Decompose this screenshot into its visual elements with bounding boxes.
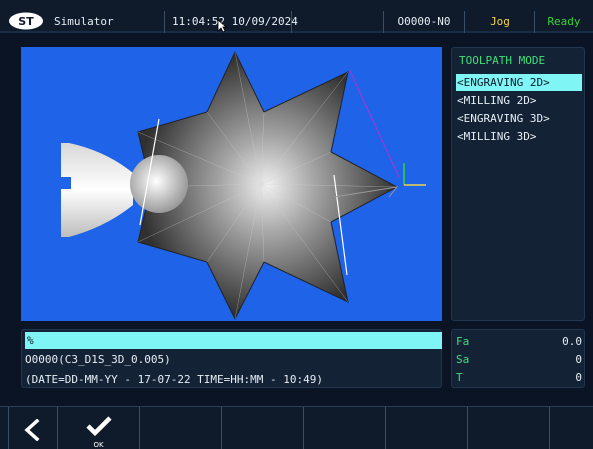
part-ball — [130, 155, 188, 213]
program-line[interactable]: (DATE=DD-MM-YY - 17-07-22 TIME=HH:MM - 1… — [25, 373, 323, 386]
softkey-empty-5[interactable] — [304, 407, 386, 449]
shaft-notch — [61, 177, 71, 189]
softkey-empty-3[interactable] — [140, 407, 222, 449]
program-line[interactable]: O0000(C3_D1S_3D_0.005) — [25, 353, 171, 366]
feed-label: Fa — [456, 335, 470, 348]
app-title: Simulator — [54, 15, 114, 28]
st-logo-icon: ST — [9, 12, 43, 30]
program-panel[interactable]: % O0000(C3_D1S_3D_0.005) (DATE=DD-MM-YY … — [21, 329, 442, 388]
feed-label: T — [456, 371, 463, 384]
feed-label: Sa — [456, 353, 470, 366]
program-current-line[interactable]: % — [25, 332, 442, 349]
tool-axis-icon — [403, 163, 426, 186]
svg-text:ST: ST — [18, 15, 34, 28]
checkmark-icon — [86, 416, 112, 437]
toolpath-title: TOOLPATH MODE — [459, 54, 546, 67]
machine-mode: Jog — [490, 15, 510, 28]
machine-state: Ready — [534, 11, 593, 33]
chevron-left-icon — [24, 419, 40, 441]
mode-engraving-3d[interactable]: <ENGRAVING 3D> — [456, 110, 582, 127]
mouse-cursor-icon — [217, 19, 227, 33]
top-status-bar: ST Simulator 11:04:52 10/09/2024 O0000-N… — [0, 0, 593, 33]
program-number: O0000-N0 — [383, 11, 465, 33]
mode-milling-2d[interactable]: <MILLING 2D> — [456, 92, 582, 109]
mode-engraving-2d[interactable]: <ENGRAVING 2D> — [456, 74, 582, 91]
back-button[interactable] — [8, 407, 58, 449]
toolpath-mode-panel: TOOLPATH MODE <ENGRAVING 2D> <MILLING 2D… — [451, 47, 585, 321]
feed-row-sa: Sa 0 — [456, 351, 582, 368]
feed-value: 0.0 — [562, 335, 582, 348]
toolpath-line — [349, 70, 400, 178]
feed-value: 0 — [575, 353, 582, 366]
mode-milling-3d[interactable]: <MILLING 3D> — [456, 128, 582, 145]
softkey-empty-6[interactable] — [386, 407, 468, 449]
ok-label: OK — [93, 441, 104, 449]
feed-speed-panel: Fa 0.0 Sa 0 T 0 — [451, 329, 585, 388]
feed-value: 0 — [575, 371, 582, 384]
softkey-bar: OK — [0, 406, 593, 449]
ok-button[interactable]: OK — [58, 407, 140, 449]
part-shaft — [61, 143, 133, 237]
softkey-empty-8[interactable] — [550, 407, 593, 449]
feed-row-t: T 0 — [456, 369, 582, 386]
feed-row-fa: Fa 0.0 — [456, 333, 582, 350]
softkey-empty-4[interactable] — [222, 407, 304, 449]
clock-display: 11:04:52 10/09/2024 — [164, 11, 298, 33]
softkey-empty-7[interactable] — [468, 407, 550, 449]
simulation-viewport[interactable] — [21, 47, 442, 321]
